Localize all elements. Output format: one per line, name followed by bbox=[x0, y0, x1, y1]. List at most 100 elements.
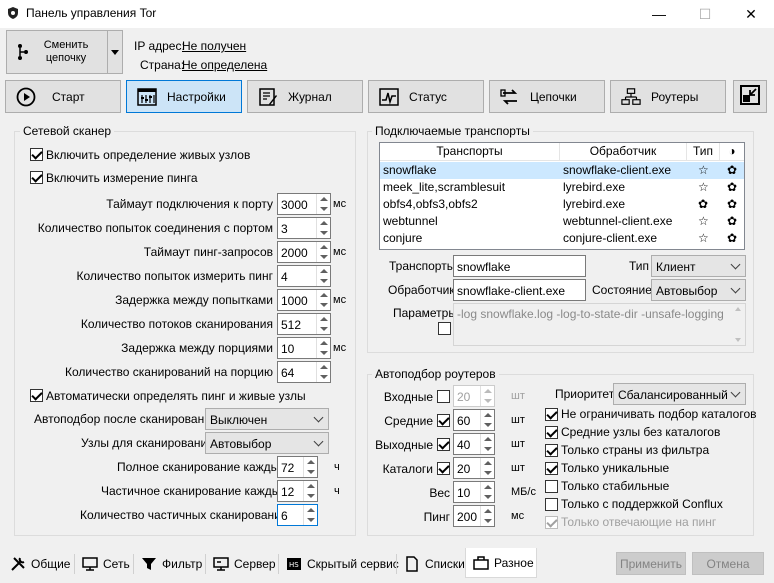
document-icon bbox=[404, 556, 420, 572]
spin-arrows-icon[interactable] bbox=[480, 506, 494, 526]
router-exit-checkbox[interactable] bbox=[437, 438, 450, 451]
params-label: Параметры bbox=[393, 306, 457, 320]
transport-name-value: snowflake bbox=[457, 260, 511, 274]
partial-scan-label: Частичное сканирование каждые bbox=[101, 484, 288, 498]
status-button[interactable]: Статус bbox=[368, 80, 484, 113]
router-option-checkbox[interactable] bbox=[545, 498, 558, 511]
spin-arrows-icon[interactable] bbox=[316, 242, 330, 262]
spin-arrows-icon[interactable] bbox=[303, 457, 317, 477]
router-ping-spin[interactable]: 200 bbox=[453, 505, 495, 527]
priority-combo[interactable]: Сбалансированный bbox=[613, 383, 746, 405]
col-type-header[interactable]: Тип bbox=[687, 143, 720, 161]
col-handler-header[interactable]: Обработчик bbox=[560, 143, 687, 161]
params-checkbox[interactable] bbox=[438, 322, 451, 335]
spin-arrows-icon[interactable] bbox=[316, 194, 330, 214]
ip-value-link[interactable]: Не получен bbox=[182, 39, 246, 53]
table-row[interactable]: meek_lite,scramblesuit lyrebird.exe ☆ ✿ bbox=[380, 179, 744, 196]
router-option-checkbox[interactable] bbox=[545, 444, 558, 457]
tab-hidden-service[interactable]: HS Скрытый сервис bbox=[286, 550, 399, 578]
transport-name-field[interactable]: snowflake bbox=[453, 255, 586, 277]
spin-arrows-icon[interactable] bbox=[316, 218, 330, 238]
router-middle-value: 60 bbox=[457, 414, 471, 428]
router-middle-checkbox[interactable] bbox=[437, 414, 450, 427]
nodes-combo[interactable]: Автовыбор bbox=[205, 432, 329, 454]
spin-arrows-icon[interactable] bbox=[316, 362, 330, 382]
router-weight-spin[interactable]: 10 bbox=[453, 481, 495, 503]
table-row[interactable]: webtunnel webtunnel-client.exe ☆ ✿ bbox=[380, 213, 744, 230]
scanner-field-spin[interactable]: 1000 bbox=[277, 289, 331, 311]
partial-scan-spin[interactable]: 12 bbox=[277, 480, 318, 502]
router-exit-spin[interactable]: 40 bbox=[453, 433, 495, 455]
scanner-field-spin[interactable]: 4 bbox=[277, 265, 331, 287]
router-option-label: Только уникальные bbox=[561, 461, 670, 475]
spin-arrows-icon[interactable] bbox=[316, 290, 330, 310]
scanner-field-spin[interactable]: 3000 bbox=[277, 193, 331, 215]
col-transports-header[interactable]: Транспорты bbox=[380, 143, 560, 161]
spin-arrows-icon[interactable] bbox=[316, 338, 330, 358]
tab-lists[interactable]: Списки bbox=[404, 550, 465, 578]
chains-button[interactable]: Цепочки bbox=[489, 80, 605, 113]
spin-arrows-icon[interactable] bbox=[316, 266, 330, 286]
router-option-checkbox[interactable] bbox=[545, 462, 558, 475]
routers-button[interactable]: Роутеры bbox=[610, 80, 726, 113]
auto-detect-checkbox[interactable] bbox=[30, 389, 43, 402]
minimize-button[interactable]: — bbox=[636, 0, 682, 28]
spin-arrows-icon[interactable] bbox=[303, 505, 317, 525]
table-row[interactable]: conjure conjure-client.exe ☆ ✿ bbox=[380, 230, 744, 247]
spin-arrows-icon[interactable] bbox=[480, 458, 494, 478]
router-middle-spin[interactable]: 60 bbox=[453, 409, 495, 431]
tab-filter[interactable]: Фильтр bbox=[141, 550, 202, 578]
start-button[interactable]: Старт bbox=[5, 80, 121, 113]
scanner-field-spin[interactable]: 3 bbox=[277, 217, 331, 239]
spin-arrows-icon[interactable] bbox=[480, 386, 494, 406]
spin-arrows-icon[interactable] bbox=[480, 434, 494, 454]
window-title: Панель управления Tor bbox=[26, 6, 157, 20]
spin-arrows-icon[interactable] bbox=[303, 481, 317, 501]
apply-button[interactable]: Применить bbox=[616, 552, 686, 575]
cancel-button[interactable]: Отмена bbox=[692, 552, 764, 575]
partial-count-spin[interactable]: 6 bbox=[277, 504, 318, 526]
full-scan-spin[interactable]: 72 bbox=[277, 456, 318, 478]
scanner-field-spin[interactable]: 2000 bbox=[277, 241, 331, 263]
scanner-field-spin[interactable]: 64 bbox=[277, 361, 331, 383]
change-chain-button[interactable]: Сменить цепочку bbox=[6, 30, 108, 74]
journal-button[interactable]: Журнал bbox=[247, 80, 363, 113]
tab-network[interactable]: Сеть bbox=[82, 550, 130, 578]
router-option-checkbox[interactable] bbox=[545, 516, 558, 529]
state-combo[interactable]: Автовыбор bbox=[651, 279, 746, 301]
auto-select-combo[interactable]: Выключен bbox=[205, 408, 329, 430]
spin-arrows-icon[interactable] bbox=[480, 482, 494, 502]
country-value-link[interactable]: Не определена bbox=[182, 58, 267, 72]
transports-table[interactable]: Транспорты Обработчик Тип ◑ snowflake sno… bbox=[379, 142, 745, 250]
change-chain-dropdown[interactable] bbox=[107, 30, 123, 74]
router-option-checkbox[interactable] bbox=[545, 408, 558, 421]
maximize-button[interactable]: ☐ bbox=[682, 0, 728, 28]
handler-field[interactable]: snowflake-client.exe bbox=[453, 279, 586, 301]
spin-arrows-icon[interactable] bbox=[480, 410, 494, 430]
scanner-field-spin[interactable]: 512 bbox=[277, 313, 331, 335]
tab-misc[interactable]: Разное bbox=[465, 548, 537, 578]
router-catalogs-spin[interactable]: 20 bbox=[453, 457, 495, 479]
settings-button[interactable]: Настройки bbox=[126, 80, 242, 113]
router-option-checkbox[interactable] bbox=[545, 426, 558, 439]
router-weight-unit: МБ/с bbox=[511, 486, 536, 498]
router-entry-checkbox[interactable] bbox=[437, 390, 450, 403]
spin-arrows-icon[interactable] bbox=[316, 314, 330, 334]
table-row[interactable]: snowflake snowflake-client.exe ☆ ✿ bbox=[380, 162, 744, 179]
scanner-field-unit: мс bbox=[333, 342, 347, 354]
compact-mode-button[interactable] bbox=[733, 80, 767, 113]
enable-live-checkbox[interactable] bbox=[30, 148, 43, 161]
scanner-field-spin[interactable]: 10 bbox=[277, 337, 331, 359]
router-entry-spin[interactable]: 20 bbox=[453, 385, 495, 407]
params-field[interactable]: -log snowflake.log -log-to-state-dir -un… bbox=[453, 303, 746, 346]
close-button[interactable]: ✕ bbox=[728, 0, 774, 28]
enable-ping-checkbox[interactable] bbox=[30, 171, 43, 184]
transport-type-combo[interactable]: Клиент bbox=[651, 255, 746, 277]
tab-general[interactable]: Общие bbox=[10, 550, 70, 578]
tab-server[interactable]: Сервер bbox=[213, 550, 276, 578]
router-option-checkbox[interactable] bbox=[545, 480, 558, 493]
table-cell-type: ☆ bbox=[698, 214, 709, 228]
router-catalogs-checkbox[interactable] bbox=[437, 462, 450, 475]
table-row[interactable]: obfs4,obfs3,obfs2 lyrebird.exe ✿ ✿ bbox=[380, 196, 744, 213]
col-state-header[interactable]: ◑ bbox=[720, 143, 744, 161]
